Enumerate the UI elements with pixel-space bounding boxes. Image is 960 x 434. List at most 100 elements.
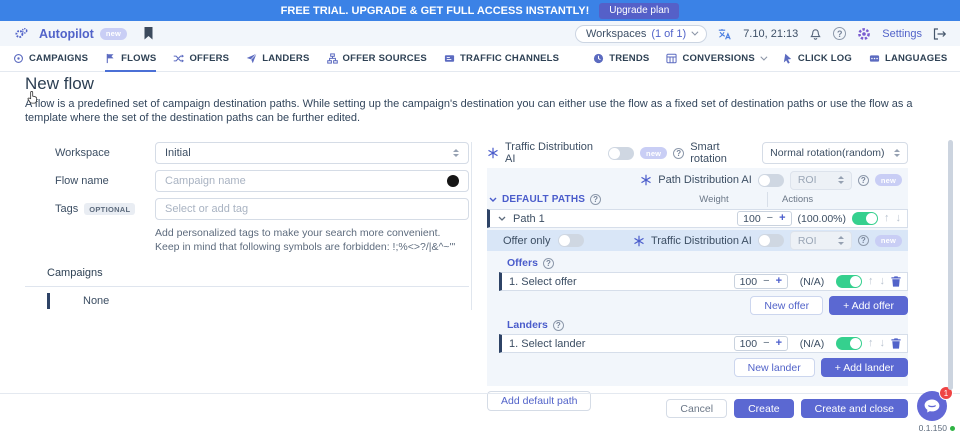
new-lander-button[interactable]: New lander: [734, 358, 815, 377]
lander-row[interactable]: 1. Select lander 100 (N/A): [499, 334, 908, 353]
default-paths-label: DEFAULT PATHS: [502, 194, 585, 205]
nav-item-landers[interactable]: LANDERS: [246, 46, 309, 72]
trash-icon[interactable]: [891, 276, 901, 287]
nav-item-offer-sources[interactable]: OFFER SOURCES: [327, 46, 427, 72]
path-traffic-ai-metric-select[interactable]: ROI: [790, 231, 852, 250]
campaigns-section: Campaigns None: [25, 267, 469, 309]
path-percent: (100.00%): [798, 213, 846, 225]
smart-rotation-select[interactable]: Normal rotation(random): [762, 142, 908, 164]
offer-only-toggle[interactable]: [558, 234, 584, 247]
weight-value[interactable]: 100: [740, 338, 758, 350]
offer-name[interactable]: 1. Select offer: [509, 276, 577, 288]
move-up-icon[interactable]: [868, 338, 874, 349]
add-lander-button[interactable]: + Add lander: [821, 358, 908, 377]
lander-name[interactable]: 1. Select lander: [509, 338, 585, 350]
workspace-value: Initial: [165, 147, 191, 159]
gear-icon[interactable]: [857, 27, 871, 41]
shuffle-icon: [173, 53, 184, 64]
offer-enabled-toggle[interactable]: [836, 275, 862, 288]
weight-stepper: 100: [734, 336, 788, 351]
weight-value[interactable]: 100: [740, 276, 758, 288]
create-and-close-button[interactable]: Create and close: [801, 399, 908, 418]
move-up-icon[interactable]: [868, 276, 874, 287]
translate-icon[interactable]: [718, 28, 732, 40]
version-text: 0.1.150: [919, 423, 955, 433]
help-icon[interactable]: [553, 320, 564, 331]
chevron-down-icon[interactable]: [489, 196, 497, 203]
upgrade-plan-button[interactable]: Upgrade plan: [599, 3, 679, 19]
status-dot-icon: [950, 426, 955, 431]
tags-input[interactable]: [165, 203, 459, 215]
select-updown-icon: [894, 149, 900, 158]
add-default-path-button[interactable]: Add default path: [487, 391, 591, 411]
nav-item-campaigns[interactable]: CAMPAIGNS: [13, 46, 88, 72]
move-down-icon[interactable]: [896, 213, 902, 224]
table-icon: [666, 53, 677, 64]
flow-name-row: Flow name: [25, 170, 469, 192]
nav-item-trends[interactable]: TRENDS: [593, 46, 649, 72]
lander-enabled-toggle[interactable]: [836, 337, 862, 350]
footer-buttons: Cancel Create Create and close: [666, 399, 908, 418]
bell-icon[interactable]: [809, 27, 822, 40]
path-ai-toggle[interactable]: [758, 174, 784, 187]
plus-icon[interactable]: [776, 338, 782, 349]
plus-icon[interactable]: [779, 213, 785, 224]
offers-buttons: New offer + Add offer: [499, 296, 908, 315]
move-down-icon[interactable]: [880, 338, 886, 349]
brand-name[interactable]: Autopilot: [39, 27, 94, 41]
tags-row: Tags OPTIONAL: [25, 198, 469, 220]
help-icon[interactable]: [590, 194, 601, 205]
nav-item-offers[interactable]: OFFERS: [173, 46, 229, 72]
cancel-button[interactable]: Cancel: [666, 399, 727, 418]
minus-icon[interactable]: [763, 276, 769, 287]
help-icon[interactable]: [543, 258, 554, 269]
bookmark-icon[interactable]: [143, 27, 154, 40]
trash-icon[interactable]: [891, 338, 901, 349]
lander-share: (N/A): [794, 338, 830, 350]
tags-help-text: Add personalized tags to make your searc…: [155, 226, 465, 254]
create-button[interactable]: Create: [734, 399, 794, 418]
help-icon[interactable]: [673, 148, 684, 159]
path-enabled-toggle[interactable]: [852, 212, 878, 225]
chevron-down-icon[interactable]: [498, 215, 506, 222]
accent-bar: [47, 293, 50, 309]
campaigns-none-value: None: [83, 295, 109, 307]
minus-icon[interactable]: [767, 213, 773, 224]
logout-icon[interactable]: [933, 28, 946, 40]
workspaces-selector[interactable]: Workspaces (1 of 1): [575, 25, 707, 43]
help-icon[interactable]: [858, 235, 869, 246]
offer-row[interactable]: 1. Select offer 100 (N/A): [499, 272, 908, 291]
move-down-icon[interactable]: [880, 276, 886, 287]
path-ai-metric-select[interactable]: ROI: [790, 171, 852, 190]
path-row[interactable]: Path 1 100 (100.00%): [487, 209, 908, 228]
nav-item-traffic-channels[interactable]: TRAFFIC CHANNELS: [444, 46, 559, 72]
path-traffic-ai-toggle[interactable]: [758, 234, 784, 247]
traffic-ai-toggle[interactable]: [608, 147, 634, 160]
vertical-scrollbar[interactable]: [948, 140, 953, 390]
plus-icon[interactable]: [776, 276, 782, 287]
screen-icon: [444, 53, 455, 64]
nav-item-conversions[interactable]: CONVERSIONS: [666, 46, 764, 72]
paths-panel: Traffic Distribution AI new Smart rotati…: [487, 142, 908, 411]
minus-icon[interactable]: [763, 338, 769, 349]
add-offer-button[interactable]: + Add offer: [829, 296, 908, 315]
help-icon[interactable]: [833, 27, 846, 40]
weight-header: Weight: [679, 194, 749, 205]
settings-link[interactable]: Settings: [882, 28, 922, 40]
nav-item-click-log[interactable]: CLICK LOG: [782, 46, 852, 72]
target-icon: [13, 53, 24, 64]
new-offer-button[interactable]: New offer: [750, 296, 823, 315]
help-icon[interactable]: [858, 175, 869, 186]
new-badge: new: [875, 235, 902, 247]
paper-plane-icon: [246, 53, 257, 64]
traffic-ai-row: Traffic Distribution AI new Smart rotati…: [487, 142, 908, 164]
column-divider: [471, 142, 472, 310]
workspace-select[interactable]: Initial: [155, 142, 469, 164]
flow-name-label: Flow name: [25, 175, 155, 187]
move-up-icon[interactable]: [884, 213, 890, 224]
flow-name-input[interactable]: [165, 175, 441, 187]
optional-badge: OPTIONAL: [84, 203, 135, 215]
weight-value[interactable]: 100: [743, 213, 761, 225]
nav-item-languages[interactable]: LANGUAGES: [869, 46, 948, 72]
nav-item-flows[interactable]: FLOWS: [105, 46, 156, 72]
